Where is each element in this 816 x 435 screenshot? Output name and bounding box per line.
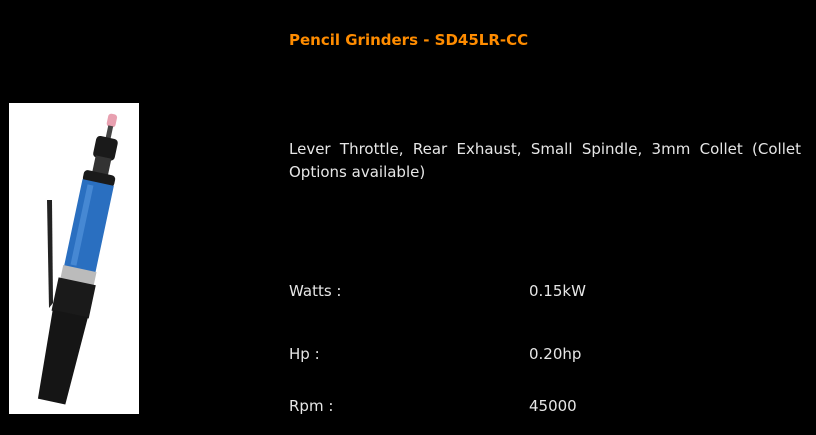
product-title: Pencil Grinders - SD45LR-CC [289,31,529,49]
spec-row-watts: Watts : 0.15kW [289,282,586,300]
pencil-grinder-image [37,113,118,405]
spec-label: Rpm : [289,397,334,415]
spec-value: 0.15kW [529,282,586,300]
spec-label: Watts : [289,282,342,300]
spec-row-hp: Hp : 0.20hp [289,345,581,363]
spec-row-rpm: Rpm : 45000 [289,397,577,415]
spec-value: 0.20hp [529,345,582,363]
product-description: Lever Throttle, Rear Exhaust, Small Spin… [289,140,801,181]
product-image [9,103,139,414]
spec-value: 45000 [529,397,577,415]
spec-label: Hp : [289,345,320,363]
